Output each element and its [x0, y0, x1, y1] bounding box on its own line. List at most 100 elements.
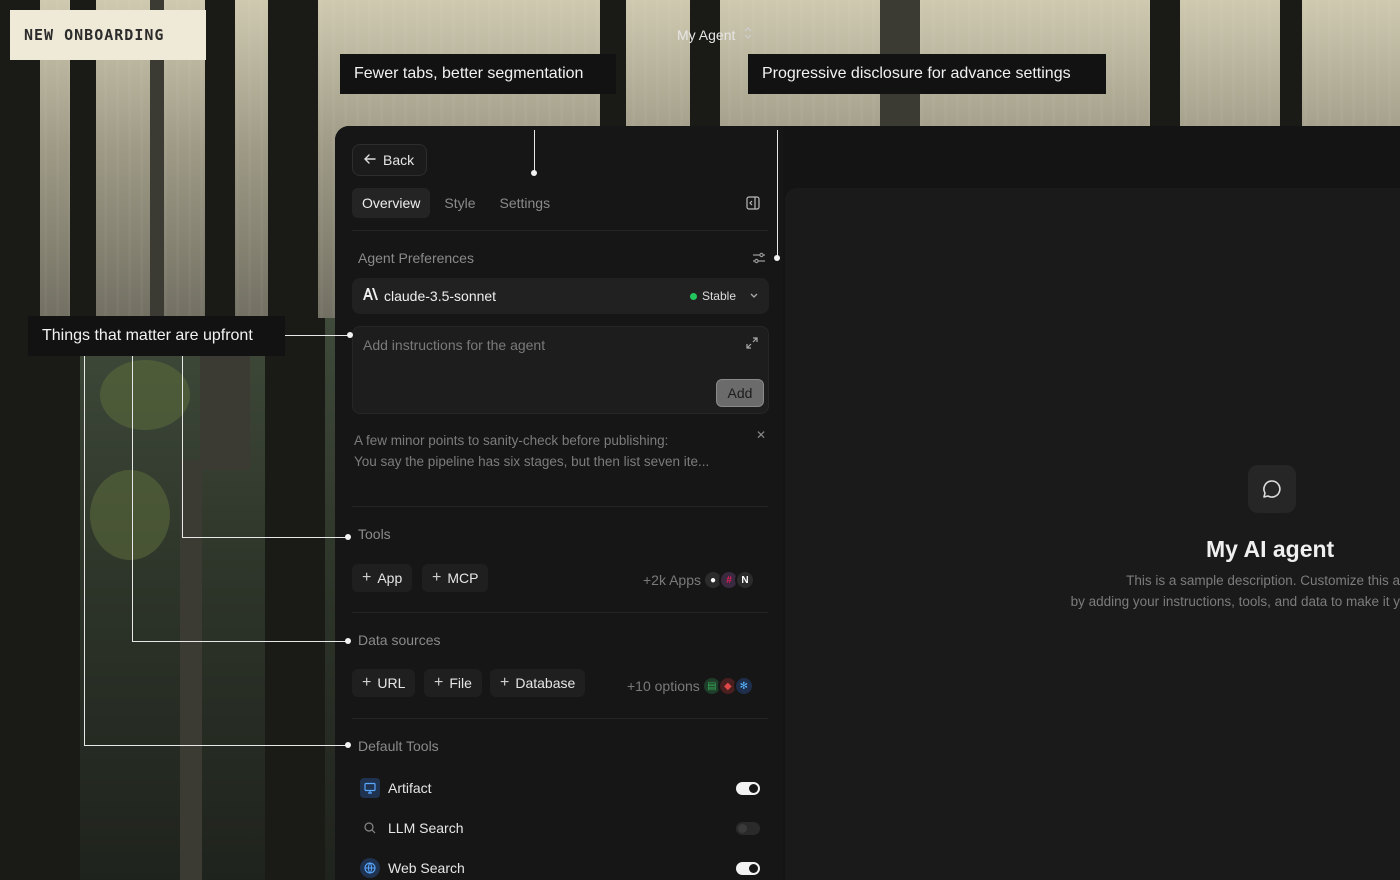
connector-line	[132, 356, 133, 641]
connector-line	[182, 356, 183, 537]
chip-label: App	[377, 570, 403, 586]
instructions-input[interactable]	[363, 337, 723, 353]
llm-search-toggle[interactable]	[736, 821, 760, 835]
plus-icon: +	[362, 569, 372, 586]
plus-icon: +	[432, 569, 442, 586]
plus-icon: +	[362, 674, 372, 691]
connector-line	[182, 537, 348, 538]
preview-panel	[785, 188, 1400, 880]
artifact-toggle[interactable]	[736, 781, 760, 795]
callout-upfront: Things that matter are upfront	[28, 316, 285, 356]
add-mcp-button[interactable]: + MCP	[422, 564, 489, 592]
notion-icon: N	[735, 570, 755, 590]
tree-trunk	[690, 0, 720, 126]
tab-style[interactable]: Style	[434, 188, 485, 218]
globe-icon	[360, 858, 380, 878]
divider	[352, 506, 768, 507]
tool-row-web-search: Web Search	[360, 856, 760, 880]
more-data-sources[interactable]: +10 options ▤ ◆ ✻	[627, 676, 754, 696]
tool-row-llm-search: LLM Search	[360, 816, 760, 840]
connector-line	[777, 130, 778, 258]
tree-trunk	[265, 318, 325, 880]
callout-tabs: Fewer tabs, better segmentation	[340, 54, 616, 94]
chip-label: URL	[377, 675, 406, 691]
note-line: A few minor points to sanity-check befor…	[354, 433, 669, 448]
tree-trunk	[180, 460, 202, 880]
chat-bubble-icon	[1248, 465, 1296, 513]
tree-trunk	[268, 0, 318, 330]
more-apps-label: +2k Apps	[643, 572, 701, 588]
tree-trunk	[1150, 0, 1180, 126]
web-search-toggle[interactable]	[736, 861, 760, 875]
divider	[352, 612, 768, 613]
chevron-down-icon	[749, 289, 759, 303]
tab-overview[interactable]: Overview	[352, 188, 431, 218]
add-file-button[interactable]: + File	[424, 669, 482, 697]
model-name: claude-3.5-sonnet	[384, 288, 497, 304]
expand-icon[interactable]	[745, 336, 759, 355]
chip-label: MCP	[447, 570, 479, 586]
connector-dot	[345, 742, 351, 748]
agent-switcher[interactable]: My Agent	[677, 26, 753, 43]
divider	[352, 718, 768, 719]
tool-label: Web Search	[388, 860, 465, 876]
status-label: Stable	[701, 289, 736, 303]
preview-description: This is a sample description. Customize …	[940, 570, 1400, 612]
tools-label: Tools	[358, 526, 391, 542]
connector-line	[285, 335, 350, 336]
model-selector[interactable]: claude-3.5-sonnet Stable	[352, 278, 769, 314]
instructions-box: Add	[352, 326, 769, 414]
onboarding-badge: NEW ONBOARDING	[10, 10, 206, 60]
chip-label: Database	[515, 675, 576, 691]
default-tools-label: Default Tools	[358, 738, 439, 754]
connector-line	[84, 356, 85, 745]
tree-trunk	[0, 318, 80, 880]
close-icon[interactable]: ✕	[756, 428, 766, 442]
foliage	[100, 360, 190, 430]
connector-dot	[774, 255, 780, 261]
connector-dot	[345, 534, 351, 540]
agent-name: My Agent	[677, 26, 736, 43]
tab-settings[interactable]: Settings	[489, 188, 560, 218]
connector-line	[534, 130, 535, 172]
divider	[352, 230, 768, 231]
back-label: Back	[383, 152, 415, 168]
app-icons: ● # N	[703, 570, 755, 590]
more-apps[interactable]: +2k Apps ● # N	[643, 570, 755, 590]
more-options-label: +10 options	[627, 678, 700, 694]
preferences-label: Agent Preferences	[358, 250, 474, 266]
add-url-button[interactable]: + URL	[352, 669, 416, 697]
data-sources-label: Data sources	[358, 632, 441, 648]
tool-label: Artifact	[388, 780, 432, 796]
status-badge: Stable	[689, 289, 759, 303]
plus-icon: +	[434, 674, 444, 691]
callout-disclosure: Progressive disclosure for advance setti…	[748, 54, 1106, 94]
tree-trunk	[1280, 0, 1302, 126]
note-line: You say the pipeline has six stages, but…	[354, 454, 710, 469]
status-dot-icon	[689, 292, 697, 300]
tree-trunk	[205, 0, 235, 330]
add-database-button[interactable]: + Database	[490, 669, 586, 697]
chip-label: File	[449, 675, 472, 691]
tool-row-artifact: Artifact	[360, 776, 760, 800]
connector-dot	[531, 170, 537, 176]
description-line: This is a sample description. Customize …	[1126, 573, 1400, 588]
sidebar-collapse-icon[interactable]	[746, 196, 760, 215]
snowflake-icon: ✻	[733, 676, 754, 696]
chevron-updown-icon	[743, 26, 753, 43]
arrow-left-icon	[363, 152, 377, 169]
search-icon	[360, 818, 380, 838]
add-instructions-button[interactable]: Add	[716, 379, 764, 407]
connector-dot	[345, 638, 351, 644]
review-note: A few minor points to sanity-check befor…	[354, 430, 749, 472]
connector-line	[84, 745, 348, 746]
app-window: Back Overview Style Settings Agent Prefe…	[335, 126, 1400, 880]
monitor-icon	[360, 778, 380, 798]
connector-line	[132, 641, 348, 642]
anthropic-logo-icon	[362, 287, 378, 305]
config-panel: Back Overview Style Settings Agent Prefe…	[335, 126, 783, 880]
add-app-button[interactable]: + App	[352, 564, 413, 592]
source-icons: ▤ ◆ ✻	[701, 676, 754, 696]
back-button[interactable]: Back	[352, 144, 427, 176]
settings-sliders-icon[interactable]	[752, 251, 766, 270]
